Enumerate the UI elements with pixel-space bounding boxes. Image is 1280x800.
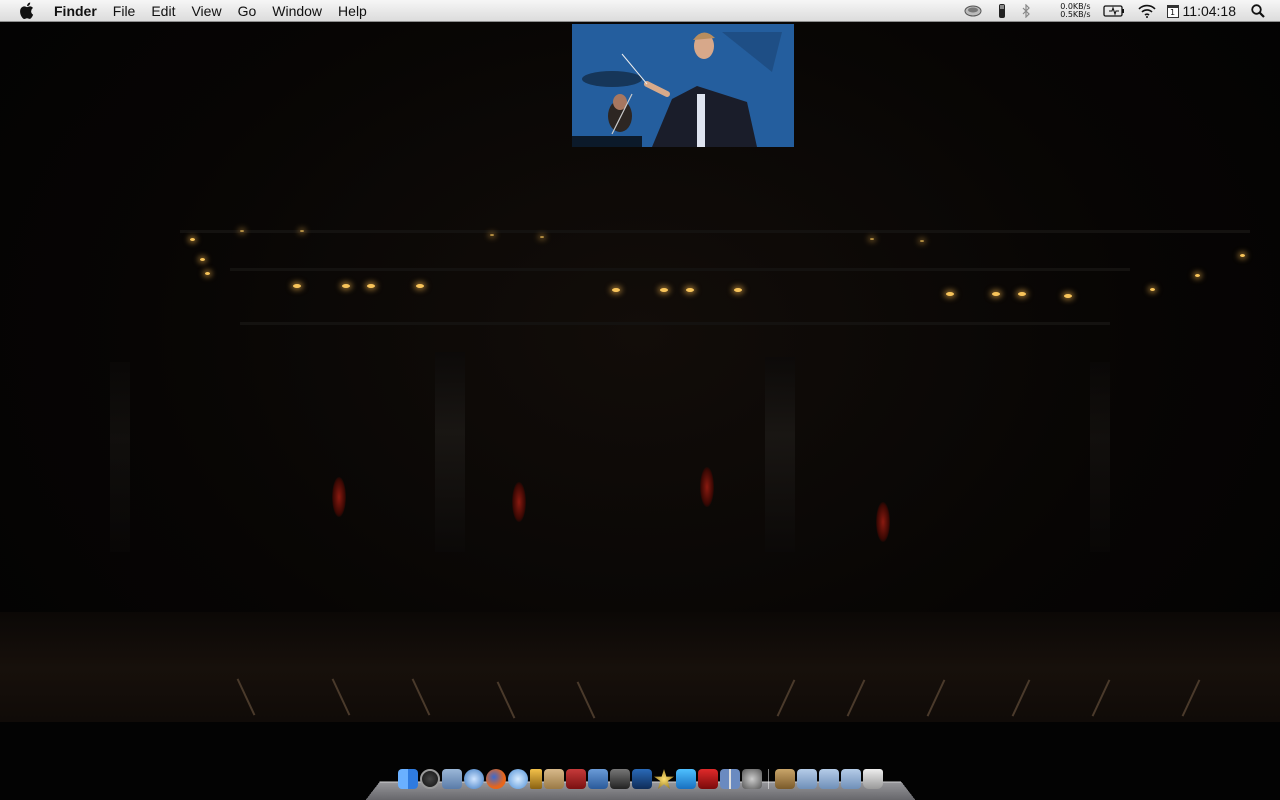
stage-light bbox=[416, 284, 424, 288]
menu-file[interactable]: File bbox=[105, 0, 144, 22]
folder-icon[interactable] bbox=[841, 769, 861, 789]
bluetooth-icon[interactable] bbox=[1021, 0, 1031, 22]
finder-icon[interactable] bbox=[398, 769, 418, 789]
network-meter[interactable]: 0.0KB/s 0.5KB/s bbox=[1051, 3, 1091, 19]
red-stage-light bbox=[700, 467, 714, 507]
stage-light bbox=[540, 236, 544, 238]
stage-light bbox=[1195, 274, 1200, 277]
wifi-icon[interactable] bbox=[1137, 0, 1157, 22]
usb-drive-icon[interactable] bbox=[997, 0, 1007, 22]
stage-light bbox=[870, 238, 874, 240]
garageband-icon[interactable] bbox=[632, 769, 652, 789]
downloads-folder-icon[interactable] bbox=[819, 769, 839, 789]
stage-light bbox=[992, 292, 1000, 296]
menu-clock[interactable]: 11:04:18 bbox=[1183, 3, 1236, 19]
stage-column bbox=[435, 352, 465, 552]
stage-light bbox=[490, 234, 494, 236]
dock bbox=[373, 769, 908, 800]
lighting-truss bbox=[180, 230, 1250, 233]
stage-light bbox=[734, 288, 742, 292]
stage-light bbox=[240, 230, 244, 232]
imovie-icon[interactable] bbox=[610, 769, 630, 789]
stage-column bbox=[1090, 362, 1110, 552]
stage-light bbox=[293, 284, 301, 288]
desktop-wallpaper bbox=[0, 22, 1280, 800]
documents-folder-icon[interactable] bbox=[797, 769, 817, 789]
mail-icon[interactable] bbox=[442, 769, 462, 789]
stage-light bbox=[190, 238, 195, 241]
menu-view[interactable]: View bbox=[183, 0, 229, 22]
stage-light bbox=[342, 284, 350, 288]
address-book-icon[interactable] bbox=[544, 769, 564, 789]
stage-column bbox=[765, 357, 795, 552]
apple-logo-icon[interactable] bbox=[19, 2, 35, 20]
stage-light bbox=[1018, 292, 1026, 296]
menu-window[interactable]: Window bbox=[264, 0, 330, 22]
red-stage-light bbox=[876, 502, 890, 542]
iphoto-icon[interactable] bbox=[588, 769, 608, 789]
dashboard-icon[interactable] bbox=[420, 769, 440, 789]
menu-go[interactable]: Go bbox=[230, 0, 265, 22]
dictionary-icon[interactable] bbox=[566, 769, 586, 789]
firefox-icon[interactable] bbox=[486, 769, 506, 789]
red-stage-light bbox=[332, 477, 346, 517]
preview-icon[interactable] bbox=[720, 769, 740, 789]
network-upload-rate: 0.5KB/s bbox=[1060, 10, 1091, 19]
stage-light bbox=[946, 292, 954, 296]
lighting-truss bbox=[240, 322, 1110, 325]
stage-column bbox=[110, 362, 130, 552]
stage-light bbox=[1150, 288, 1155, 291]
stage-light bbox=[920, 240, 924, 242]
calendar-icon[interactable]: 1 bbox=[1166, 4, 1179, 18]
stage-light bbox=[367, 284, 375, 288]
menu-app-finder[interactable]: Finder bbox=[54, 0, 105, 22]
safari-icon[interactable] bbox=[464, 769, 484, 789]
lighting-truss bbox=[230, 268, 1130, 271]
stage-light bbox=[1064, 294, 1072, 298]
menu-help[interactable]: Help bbox=[330, 0, 375, 22]
ichat-icon[interactable] bbox=[508, 769, 528, 789]
dock-separator bbox=[768, 769, 769, 789]
menu-edit[interactable]: Edit bbox=[143, 0, 183, 22]
itunes-icon[interactable] bbox=[530, 769, 542, 789]
stage-light bbox=[300, 230, 304, 232]
spaces-icon[interactable] bbox=[698, 769, 718, 789]
stage-light bbox=[200, 258, 205, 261]
text-edit-icon[interactable] bbox=[676, 769, 696, 789]
stage-light bbox=[1240, 254, 1245, 257]
stage-light bbox=[660, 288, 668, 292]
battery-icon[interactable] bbox=[1102, 0, 1125, 22]
menu-extras: 0.0KB/s 0.5KB/s 1 11:04:18 bbox=[963, 0, 1280, 22]
stage-light bbox=[612, 288, 620, 292]
stage-light bbox=[205, 272, 210, 275]
applications-stack-icon[interactable] bbox=[775, 769, 795, 789]
system-preferences-icon[interactable] bbox=[742, 769, 762, 789]
video-screen bbox=[572, 24, 794, 147]
spotlight-search-icon[interactable] bbox=[1250, 0, 1266, 22]
red-stage-light bbox=[512, 482, 526, 522]
trash-icon[interactable] bbox=[863, 769, 883, 789]
dropbox-icon[interactable] bbox=[963, 0, 983, 22]
iweb-icon[interactable] bbox=[654, 769, 674, 789]
stage-light bbox=[686, 288, 694, 292]
menu-bar: Finder File Edit View Go Window Help 0.0… bbox=[0, 0, 1280, 22]
